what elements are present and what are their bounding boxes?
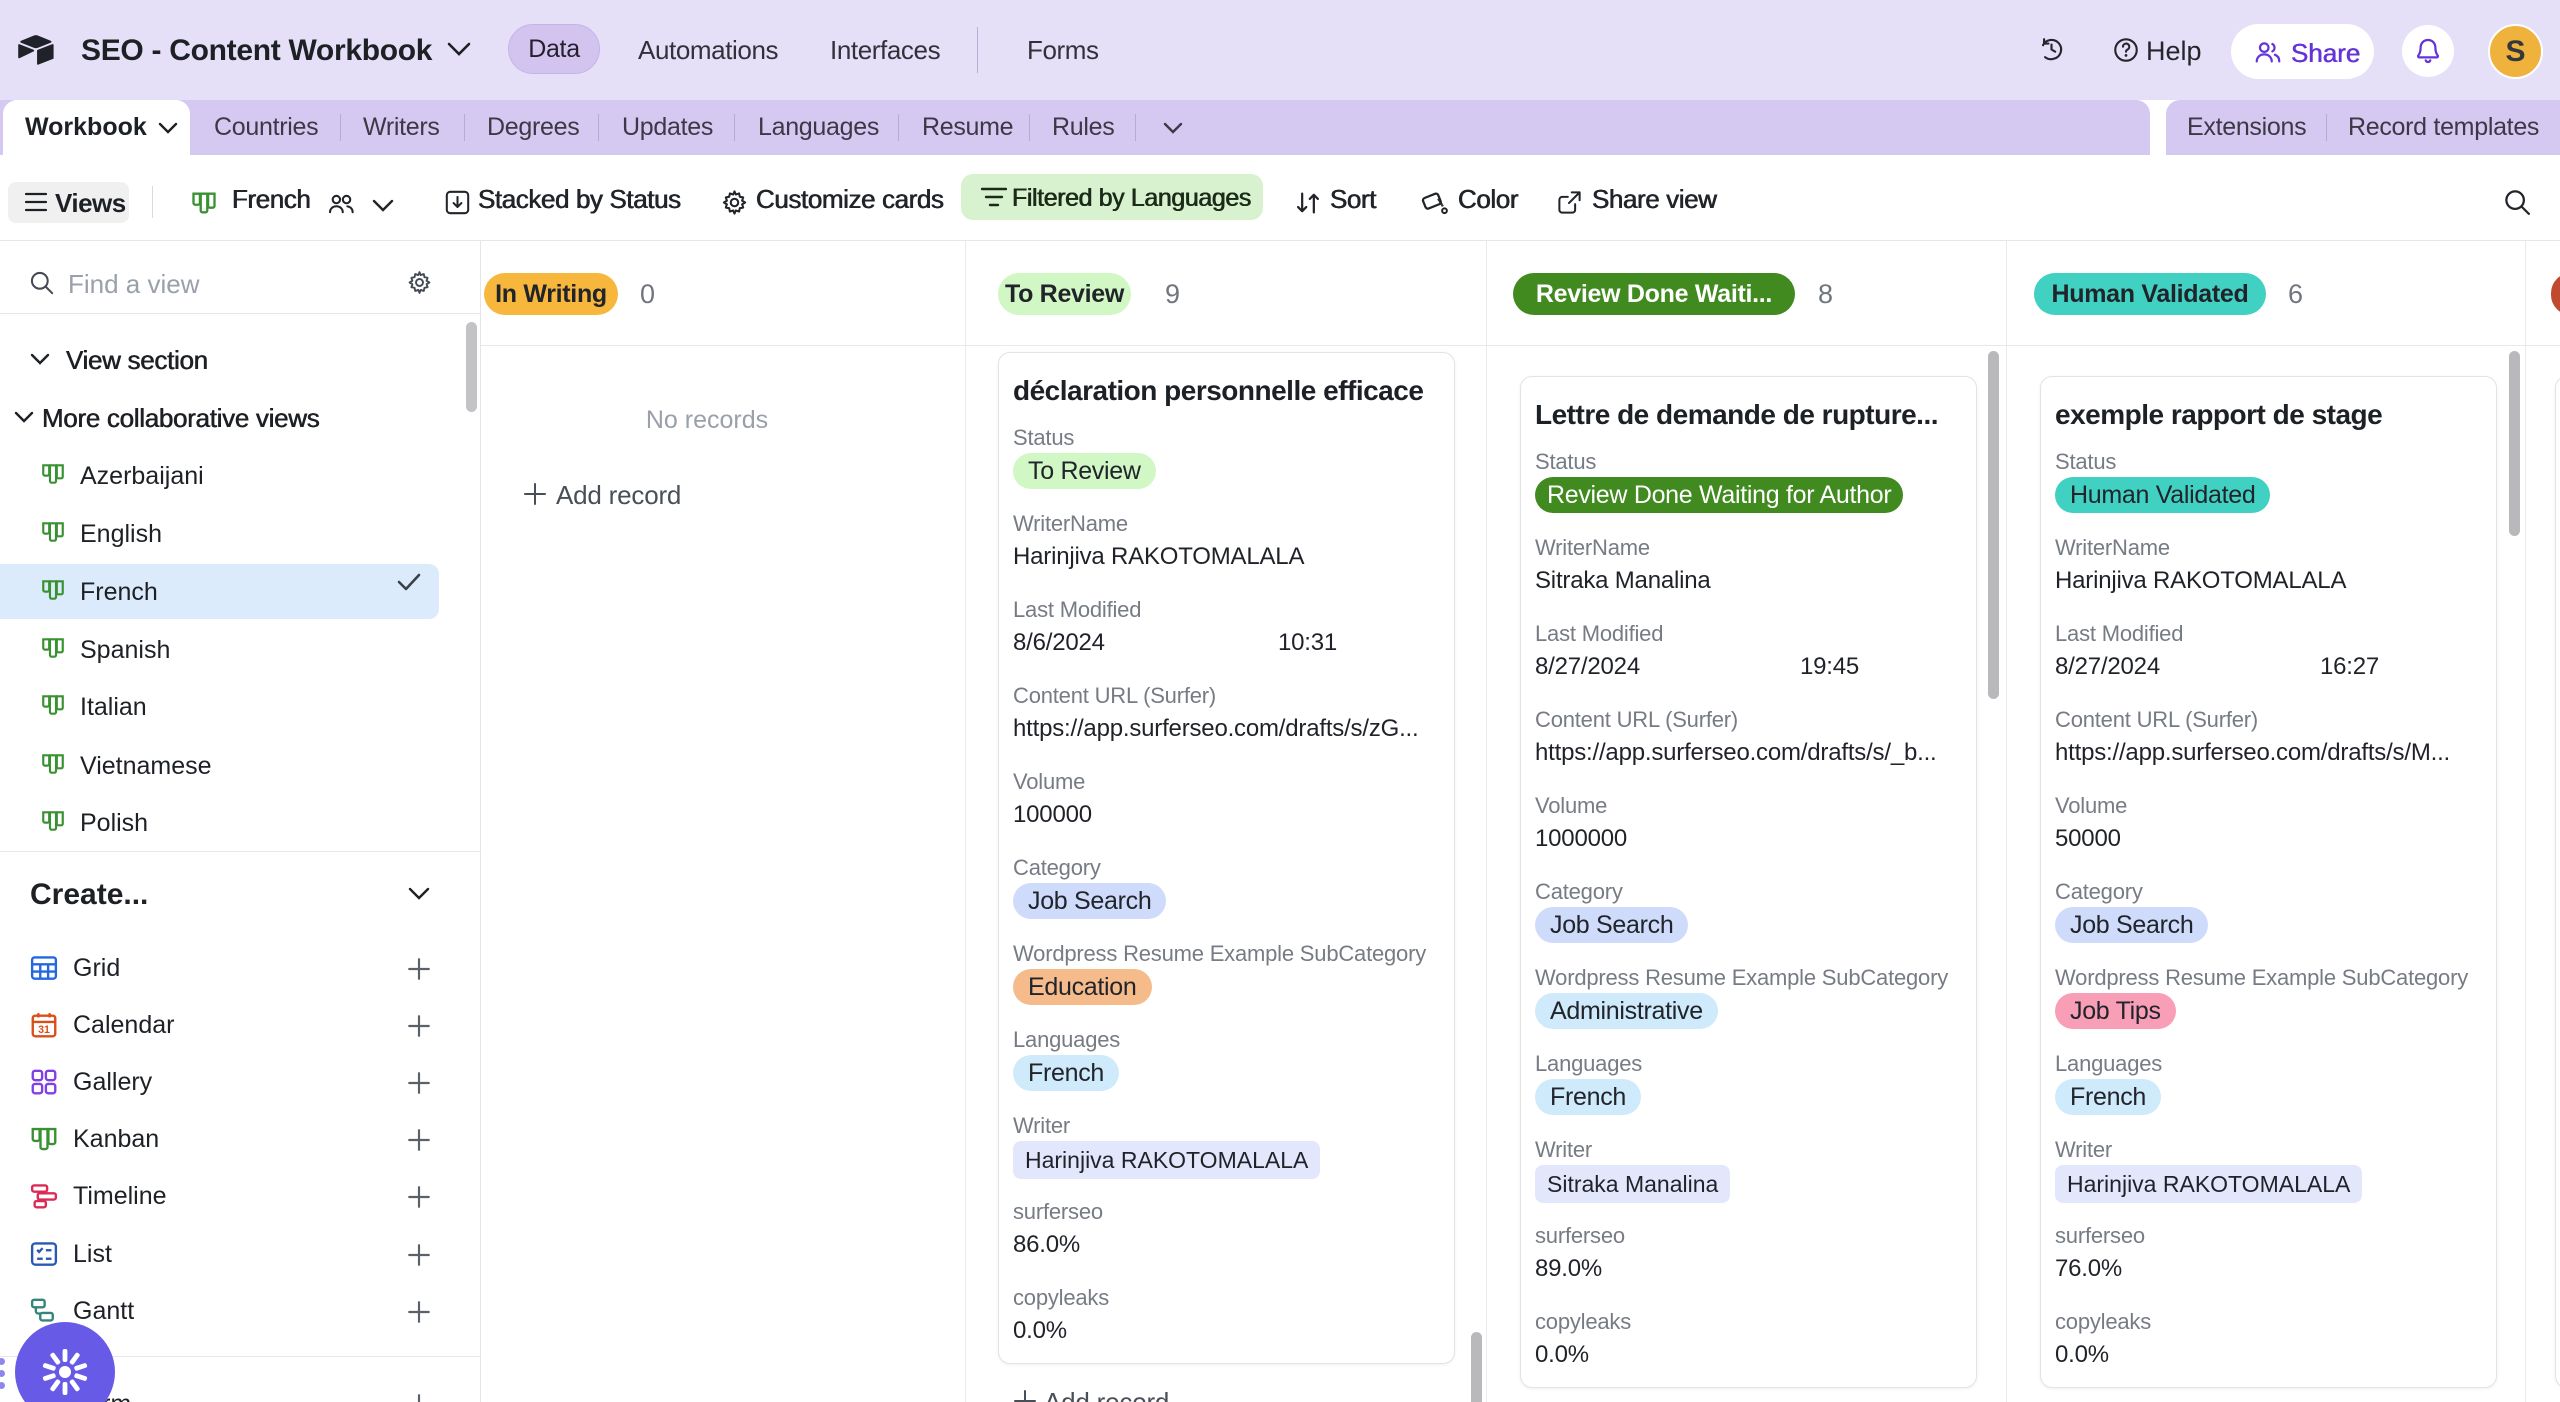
svg-text:31: 31 xyxy=(38,1024,50,1036)
